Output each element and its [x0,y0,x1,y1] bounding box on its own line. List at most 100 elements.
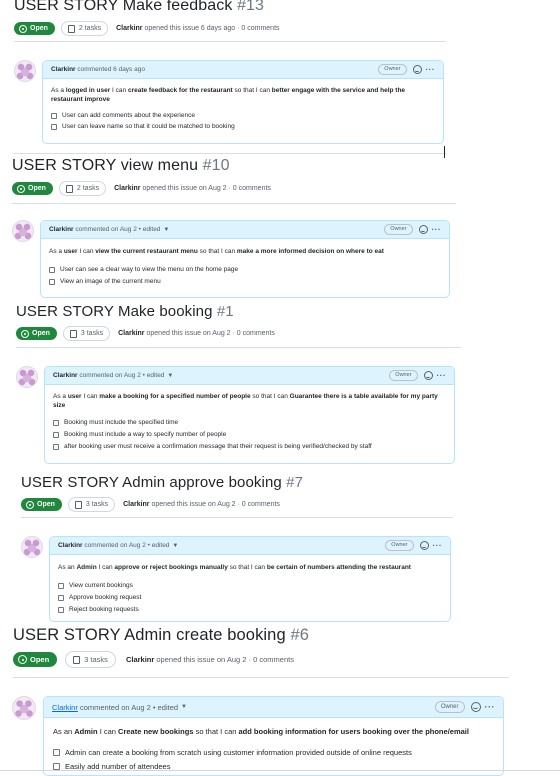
task-checkbox[interactable] [58,595,64,602]
task-item: View current bookings [58,580,442,592]
reaction-smiley-icon[interactable] [412,65,422,74]
comment-author-link[interactable]: Clarkinr [52,703,78,712]
reaction-smiley-icon[interactable] [419,541,429,550]
issue-title-text: USER STORY view menu [12,157,199,174]
more-options-icon[interactable]: ··· [437,371,447,380]
task-item: Booking must include the specified time [53,417,446,429]
comment-author-link[interactable]: Clarkinr [53,372,78,379]
comment-author-link[interactable]: Clarkinr [51,66,76,73]
comment-card: Clarkinr commented on Aug 2 • edited ▼ Ow… [43,696,504,776]
task-checkbox[interactable] [53,749,60,757]
issue-title: USER STORY Make booking #1 [16,303,234,320]
benefit-text: be certain of numbers attending the rest… [266,564,411,571]
issue-meta: Clarkinr opened this issue 6 days ago · … [116,25,279,32]
task-checkbox[interactable] [49,267,55,274]
task-label: User can see a clear way to view the men… [60,266,239,274]
issue-author-link[interactable]: Clarkinr [116,25,142,32]
tasks-count-badge[interactable]: 2 tasks [60,21,109,36]
user-story-text: As a user I can make a booking for a spe… [53,392,446,411]
divider [12,203,456,204]
text: I can [110,87,128,94]
issue-number: #1 [216,303,234,320]
avatar[interactable] [14,60,36,82]
issue-meta: Clarkinr opened this issue on Aug 2 · 0 … [123,501,280,508]
more-options-icon[interactable]: ··· [432,225,442,234]
divider [16,347,461,348]
task-label: after booking user must receive a confir… [64,442,372,450]
more-options-icon[interactable]: ··· [433,541,443,550]
reaction-smiley-icon[interactable] [418,225,428,234]
issue-title: USER STORY view menu #10 [12,157,230,175]
text: I can [96,564,115,571]
comment-card: Clarkinr commented on Aug 2 • edited ▼ Ow… [40,220,450,298]
tasks-count-badge[interactable]: 3 tasks [62,326,111,341]
task-checkbox[interactable] [53,431,59,438]
divider [13,677,509,678]
issue-author-link[interactable]: Clarkinr [118,330,144,337]
more-options-icon[interactable]: ··· [485,702,496,712]
comment-body: As an Admin I can approve or reject book… [50,555,450,621]
issue-author-link[interactable]: Clarkinr [123,501,149,508]
task-checkbox[interactable] [51,124,57,131]
issue-author-link[interactable]: Clarkinr [126,655,154,664]
more-options-icon[interactable]: ··· [426,65,436,74]
text: I can [97,727,119,736]
issue-state-row: Open 3 tasks Clarkinr opened this issue … [13,651,294,668]
role-text: user [67,393,82,400]
task-list: User can see a clear way to view the men… [49,264,441,288]
comment-author-link[interactable]: Clarkinr [49,226,74,233]
task-item: User can see a clear way to view the men… [49,264,441,276]
tasks-count-badge[interactable]: 3 tasks [67,497,116,512]
task-checkbox[interactable] [51,113,57,120]
avatar[interactable] [16,366,38,388]
task-list: User can add comments about the experien… [51,111,435,133]
reaction-smiley-icon[interactable] [470,702,481,712]
role-text: user [63,248,78,255]
open-status-badge: Open [16,327,57,340]
issue-number: #6 [290,626,309,644]
text: As a [49,248,64,255]
comment-meta: commented on Aug 2 • edited [75,226,161,233]
task-item: User can leave name so that it could be … [51,122,435,133]
edit-history-caret-icon[interactable]: ▼ [167,373,173,379]
avatar[interactable] [12,696,36,720]
task-checkbox[interactable] [53,419,59,426]
task-label: Booking must include a way to specify nu… [64,430,227,438]
text: I can [81,393,100,400]
action-text: make a booking for a specified number of… [99,393,251,400]
comment-body: As a logged in user I can create feedbac… [43,79,443,140]
checklist-icon [67,24,75,33]
edit-history-caret-icon[interactable]: ▼ [172,543,178,549]
tasks-count-badge[interactable]: 3 tasks [65,651,116,668]
task-checkbox[interactable] [58,583,64,590]
text: so that I can [193,727,239,736]
owner-badge: Owner [384,224,413,235]
checklist-icon [65,184,73,193]
owner-badge: Owner [434,701,465,713]
issue-title-text: USER STORY Admin approve booking [21,474,282,491]
task-item: User can add comments about the experien… [51,111,435,122]
tasks-count-badge[interactable]: 2 tasks [58,181,107,196]
task-checkbox[interactable] [49,279,55,286]
text: so that I can [232,87,272,94]
comment-body: As a user I can make a booking for a spe… [45,385,454,460]
task-item: Easily add number of attendees [53,760,494,774]
comment-meta: commented on Aug 2 • edited [79,702,179,712]
avatar[interactable] [21,536,43,558]
task-item: Approve booking request [58,592,442,604]
task-item: Admin can create a booking from scratch … [53,746,494,760]
avatar[interactable] [12,220,34,242]
issue-open-icon [26,500,34,509]
reaction-smiley-icon[interactable] [423,371,433,380]
issue-author-link[interactable]: Clarkinr [114,185,140,192]
task-item: after booking user must receive a confir… [53,441,446,453]
comment-meta: commented on Aug 2 • edited [84,542,170,549]
edit-history-caret-icon[interactable]: ▼ [181,704,187,710]
role-text: logged in user [65,87,111,94]
comment-author-link[interactable]: Clarkinr [58,542,83,549]
task-checkbox[interactable] [58,607,64,614]
comment-header: Clarkinr commented on Aug 2 • edited ▼ Ow… [50,537,450,555]
tasks-label: 3 tasks [85,501,109,508]
task-checkbox[interactable] [53,443,59,450]
edit-history-caret-icon[interactable]: ▼ [163,227,169,233]
